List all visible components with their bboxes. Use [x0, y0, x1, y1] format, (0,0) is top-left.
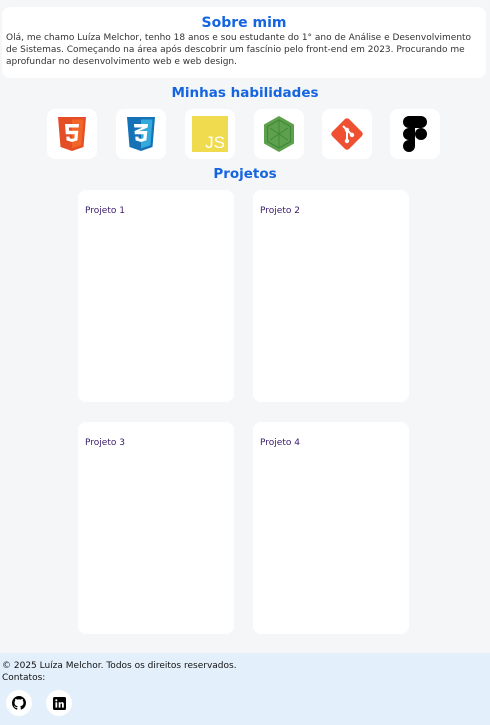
github-icon	[12, 696, 26, 710]
skill-html5	[47, 109, 97, 159]
nodejs-icon	[264, 116, 294, 152]
linkedin-icon	[52, 696, 66, 710]
git-icon	[331, 118, 363, 150]
skill-javascript: JS	[185, 109, 235, 159]
figma-icon	[403, 116, 427, 152]
skills-title: Minhas habilidades	[171, 85, 319, 101]
projects-title: Projetos	[213, 166, 277, 182]
project-card-3[interactable]: Projeto 3	[78, 422, 234, 634]
skill-figma	[390, 109, 440, 159]
about-card: Sobre mim Olá, me chamo Luíza Melchor, t…	[2, 7, 486, 78]
project-label: Projeto 2	[260, 206, 300, 216]
css3-icon	[127, 117, 155, 151]
about-text: Olá, me chamo Luíza Melchor, tenho 18 an…	[6, 33, 472, 67]
linkedin-link[interactable]	[46, 690, 72, 716]
copyright-text: © 2025 Luíza Melchor. Todos os direitos …	[2, 661, 237, 671]
project-label: Projeto 1	[85, 206, 125, 216]
project-label: Projeto 4	[260, 438, 300, 448]
contacts-label: Contatos:	[2, 673, 46, 683]
skill-css3	[116, 109, 166, 159]
skill-nodejs	[254, 109, 304, 159]
javascript-icon: JS	[192, 116, 228, 152]
project-card-2[interactable]: Projeto 2	[253, 190, 409, 402]
project-label: Projeto 3	[85, 438, 125, 448]
project-card-1[interactable]: Projeto 1	[78, 190, 234, 402]
github-link[interactable]	[6, 690, 32, 716]
about-title: Sobre mim	[201, 15, 287, 31]
skill-git	[322, 109, 372, 159]
html5-icon	[58, 117, 86, 151]
project-card-4[interactable]: Projeto 4	[253, 422, 409, 634]
footer: © 2025 Luíza Melchor. Todos os direitos …	[0, 653, 490, 725]
svg-text:JS: JS	[205, 133, 225, 152]
